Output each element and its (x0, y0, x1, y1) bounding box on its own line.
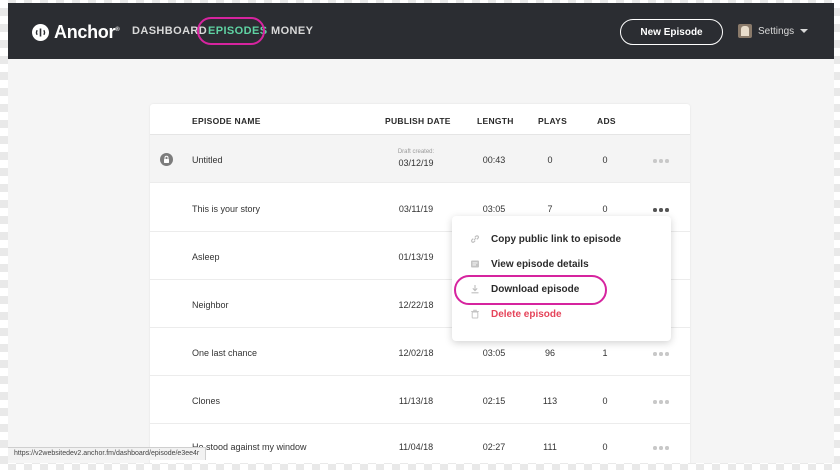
episode-length: 00:43 (482, 155, 506, 165)
episode-name: Asleep (192, 252, 220, 262)
link-icon (471, 235, 479, 243)
publish-date: 11/04/18 (398, 442, 434, 452)
episode-name: He stood against my window (192, 442, 307, 452)
publish-date: 03/11/19 (398, 204, 434, 214)
episode-plays: 0 (547, 155, 553, 165)
download-highlight-ring (454, 275, 607, 305)
nav-dashboard[interactable]: DASHBOARD (132, 25, 207, 37)
episode-length: 03:05 (482, 204, 506, 214)
episode-length: 02:15 (482, 396, 506, 406)
anchor-logo[interactable]: Anchor® (32, 20, 120, 44)
anchor-logo-icon (32, 23, 49, 41)
episode-ads: 0 (602, 155, 608, 165)
lock-icon (160, 153, 173, 166)
episode-ads: 1 (602, 348, 608, 358)
menu-delete-episode-label: Delete episode (491, 309, 562, 320)
trash-icon (471, 309, 479, 319)
episode-length: 03:05 (482, 348, 506, 358)
header-ads: ADS (597, 116, 616, 126)
episode-plays: 113 (542, 396, 558, 406)
publish-date: 11/13/18 (398, 396, 434, 406)
more-options-icon[interactable] (653, 206, 671, 214)
episode-ads: 0 (602, 442, 608, 452)
settings-label: Settings (758, 25, 795, 37)
menu-view-details-label: View episode details (491, 259, 589, 270)
episode-length: 02:27 (482, 442, 506, 452)
top-navigation: Anchor® DASHBOARD EPISODES MONEY New Epi… (8, 3, 834, 59)
publish-date: 01/13/19 (398, 252, 434, 262)
episodes-highlight-ring (197, 17, 265, 45)
menu-copy-link-label: Copy public link to episode (491, 234, 622, 245)
episode-ads: 0 (602, 396, 608, 406)
details-icon (471, 260, 479, 268)
new-episode-button[interactable]: New Episode (620, 19, 723, 45)
episode-plays: 111 (543, 442, 557, 452)
episode-plays: 7 (547, 204, 553, 214)
chevron-down-icon (800, 29, 809, 33)
menu-copy-link[interactable]: Copy public link to episode (452, 229, 671, 251)
table-header: EPISODE NAME PUBLISH DATE LENGTH PLAYS A… (150, 104, 690, 135)
more-options-icon[interactable] (653, 157, 671, 165)
publish-date: 12/22/18 (398, 300, 434, 310)
avatar (738, 24, 752, 38)
episode-name: Untitled (192, 155, 223, 165)
episode-name: Clones (192, 396, 221, 406)
publish-date: 03/12/19 (398, 158, 434, 168)
status-bar-url: https://v2websitedev2.anchor.fm/dashboar… (8, 447, 207, 460)
episode-plays: 96 (544, 348, 555, 358)
header-publish-date: PUBLISH DATE (385, 116, 451, 126)
episode-name: This is your story (192, 204, 261, 214)
menu-delete-episode[interactable]: Delete episode (452, 304, 671, 326)
more-options-icon[interactable] (653, 444, 671, 452)
more-options-icon[interactable] (653, 398, 671, 406)
more-options-icon[interactable] (653, 350, 671, 358)
publish-date: 12/02/18 (398, 348, 434, 358)
header-plays: PLAYS (538, 116, 568, 126)
episode-name: Neighbor (192, 300, 229, 310)
episode-name: One last chance (192, 348, 258, 358)
table-row[interactable]: He stood against my window 11/04/18 02:2… (150, 424, 690, 463)
settings-menu[interactable]: Settings (738, 24, 809, 38)
app-window: Anchor® DASHBOARD EPISODES MONEY New Epi… (8, 3, 834, 463)
episode-context-menu: Copy public link to episode View episode… (452, 216, 671, 341)
table-row[interactable]: Clones 11/13/18 02:15 113 0 (150, 376, 690, 424)
header-length: LENGTH (477, 116, 514, 126)
table-row[interactable]: Untitled Draft created: 03/12/19 00:43 0… (150, 135, 690, 183)
episode-ads: 0 (602, 204, 608, 214)
header-episode-name: EPISODE NAME (192, 116, 261, 126)
nav-money[interactable]: MONEY (271, 25, 313, 37)
draft-created-label: Draft created: (397, 149, 435, 155)
brand-name: Anchor® (54, 21, 120, 42)
menu-view-details[interactable]: View episode details (452, 254, 671, 276)
